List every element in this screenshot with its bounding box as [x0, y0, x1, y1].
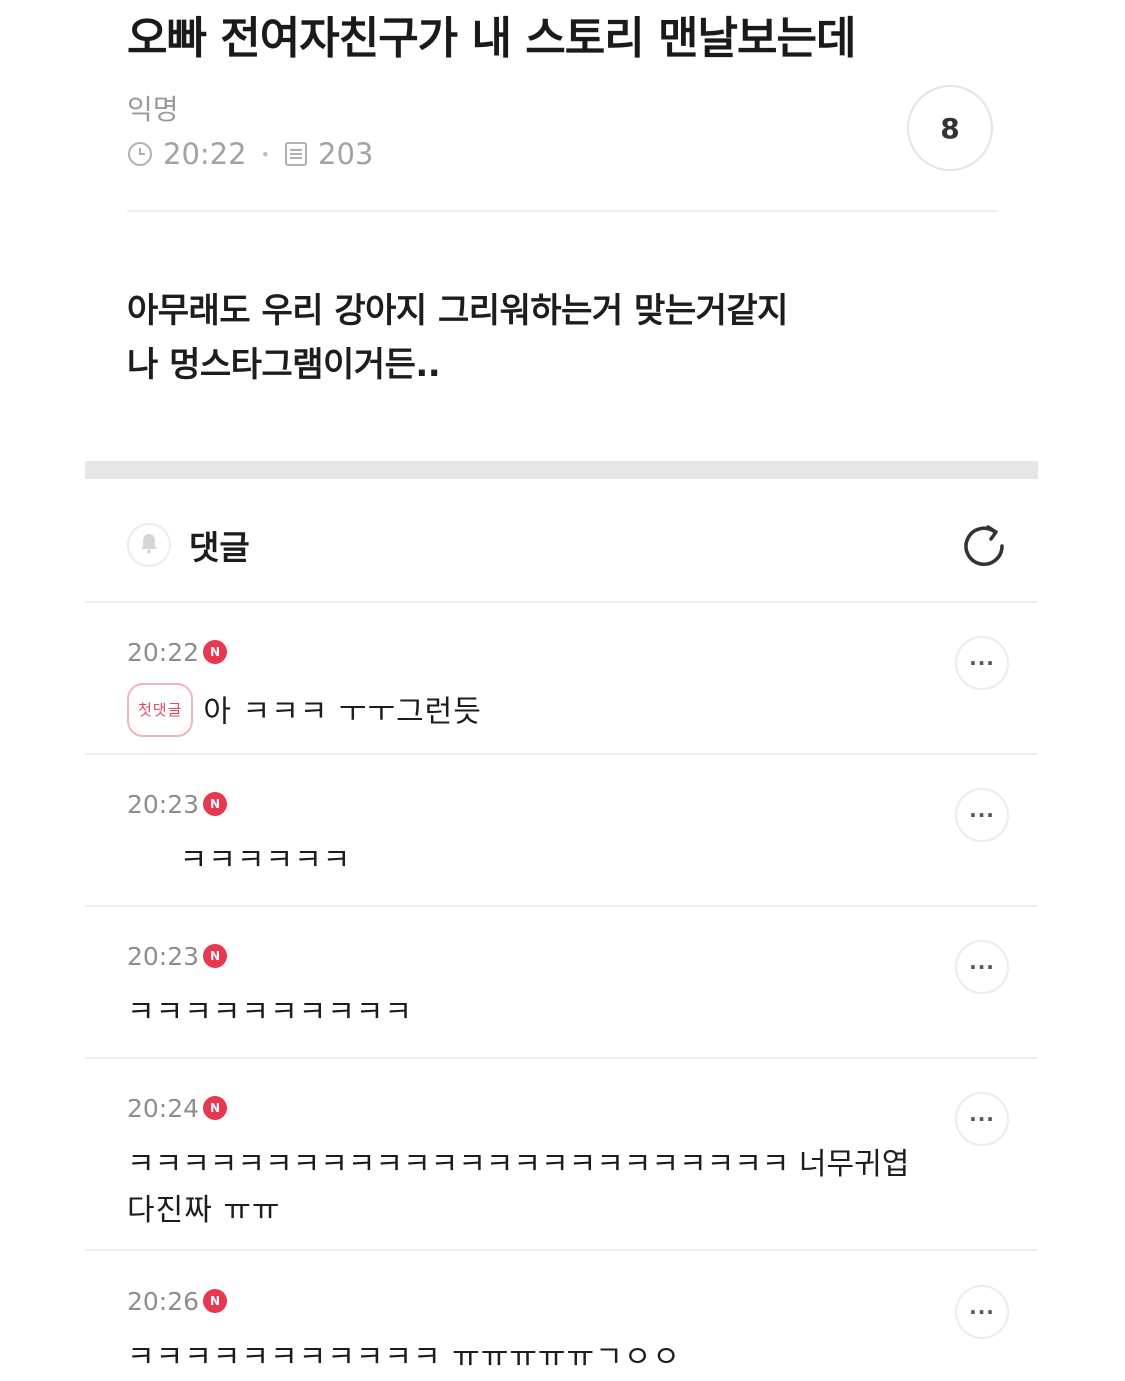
comments-header: 댓글	[127, 518, 250, 572]
comment-count-button[interactable]: 8	[907, 85, 993, 171]
post-body-line: 아무래도 우리 강아지 그리워하는거 맞는거같지	[127, 291, 788, 331]
new-badge: N	[203, 1096, 228, 1120]
refresh-icon[interactable]	[958, 520, 1010, 572]
comment-item: 20:23 N ㅋㅋㅋㅋㅋㅋ	[127, 788, 1027, 884]
comment-text-continued: 다진짜 ㅠㅠ	[127, 1193, 281, 1228]
new-badge: N	[203, 1289, 228, 1313]
comment-text: 아 ㅋㅋㅋ ㅜㅜ그런듯	[203, 694, 482, 730]
comment-time: 20:23	[127, 941, 200, 971]
notification-bell-button[interactable]	[127, 523, 171, 567]
comment-divider	[85, 753, 1038, 755]
post-meta: 20:22 • 203	[127, 134, 373, 174]
more-options-button[interactable]: ···	[955, 788, 1009, 842]
view-count: 203	[318, 137, 374, 171]
post-body-line: 나 멍스타그램이거든..	[127, 345, 441, 385]
author-name: 익명	[127, 93, 179, 126]
comment-time: 20:24	[127, 1093, 200, 1123]
comment-text: ㅋㅋㅋㅋㅋㅋㅋㅋㅋㅋ	[127, 995, 413, 1030]
comment-time: 20:22	[127, 637, 200, 667]
document-icon	[284, 141, 308, 167]
new-badge: N	[203, 640, 228, 664]
comment-item: 20:23 N ㅋㅋㅋㅋㅋㅋㅋㅋㅋㅋ	[127, 940, 1027, 1036]
more-options-button[interactable]: ···	[955, 636, 1009, 690]
post-time: 20:22	[163, 137, 247, 171]
clock-icon	[127, 141, 153, 167]
comment-text-row: 첫댓글 아 ㅋㅋㅋ ㅜㅜ그런듯	[127, 683, 1027, 740]
comment-item: 20:24 N ㅋㅋㅋㅋㅋㅋㅋㅋㅋㅋㅋㅋㅋㅋㅋㅋㅋㅋㅋㅋㅋㅋㅋㅋ 너무귀엽 다진…	[127, 1092, 1027, 1234]
post-body: 아무래도 우리 강아지 그리워하는거 맞는거같지 나 멍스타그램이거든..	[127, 284, 788, 392]
comment-time: 20:23	[127, 789, 200, 819]
comment-divider	[85, 1057, 1038, 1059]
comment-item: 20:26 N ㅋㅋㅋㅋㅋㅋㅋㅋㅋㅋㅋ ㅠㅠㅠㅠㅠㄱㅇㅇ	[127, 1285, 1027, 1381]
comment-text: ㅋㅋㅋㅋㅋㅋㅋㅋㅋㅋㅋㅋㅋㅋㅋㅋㅋㅋㅋㅋㅋㅋㅋㅋ 너무귀엽	[127, 1147, 910, 1182]
comment-divider	[85, 601, 1038, 603]
section-divider	[85, 461, 1038, 479]
comments-title: 댓글	[189, 528, 250, 567]
header-divider	[127, 210, 997, 212]
comment-divider	[85, 1249, 1038, 1251]
more-options-button[interactable]: ···	[955, 940, 1009, 994]
comment-text: ㅋㅋㅋㅋㅋㅋ	[127, 843, 352, 878]
first-comment-badge: 첫댓글	[127, 683, 194, 737]
post-title: 오빠 전여자친구가 내 스토리 맨날보는데	[127, 13, 856, 64]
comment-time: 20:26	[127, 1286, 200, 1316]
more-options-button[interactable]: ···	[955, 1092, 1009, 1146]
comment-divider	[85, 905, 1038, 907]
more-options-button[interactable]: ···	[955, 1285, 1009, 1339]
comment-text: ㅋㅋㅋㅋㅋㅋㅋㅋㅋㅋㅋ ㅠㅠㅠㅠㅠㄱㅇㅇ	[127, 1340, 681, 1375]
comment-item: 20:22 N 첫댓글 아 ㅋㅋㅋ ㅜㅜ그런듯	[127, 636, 1027, 740]
new-badge: N	[203, 944, 228, 968]
meta-separator: •	[260, 144, 271, 164]
bell-icon	[137, 531, 161, 559]
new-badge: N	[203, 792, 228, 816]
